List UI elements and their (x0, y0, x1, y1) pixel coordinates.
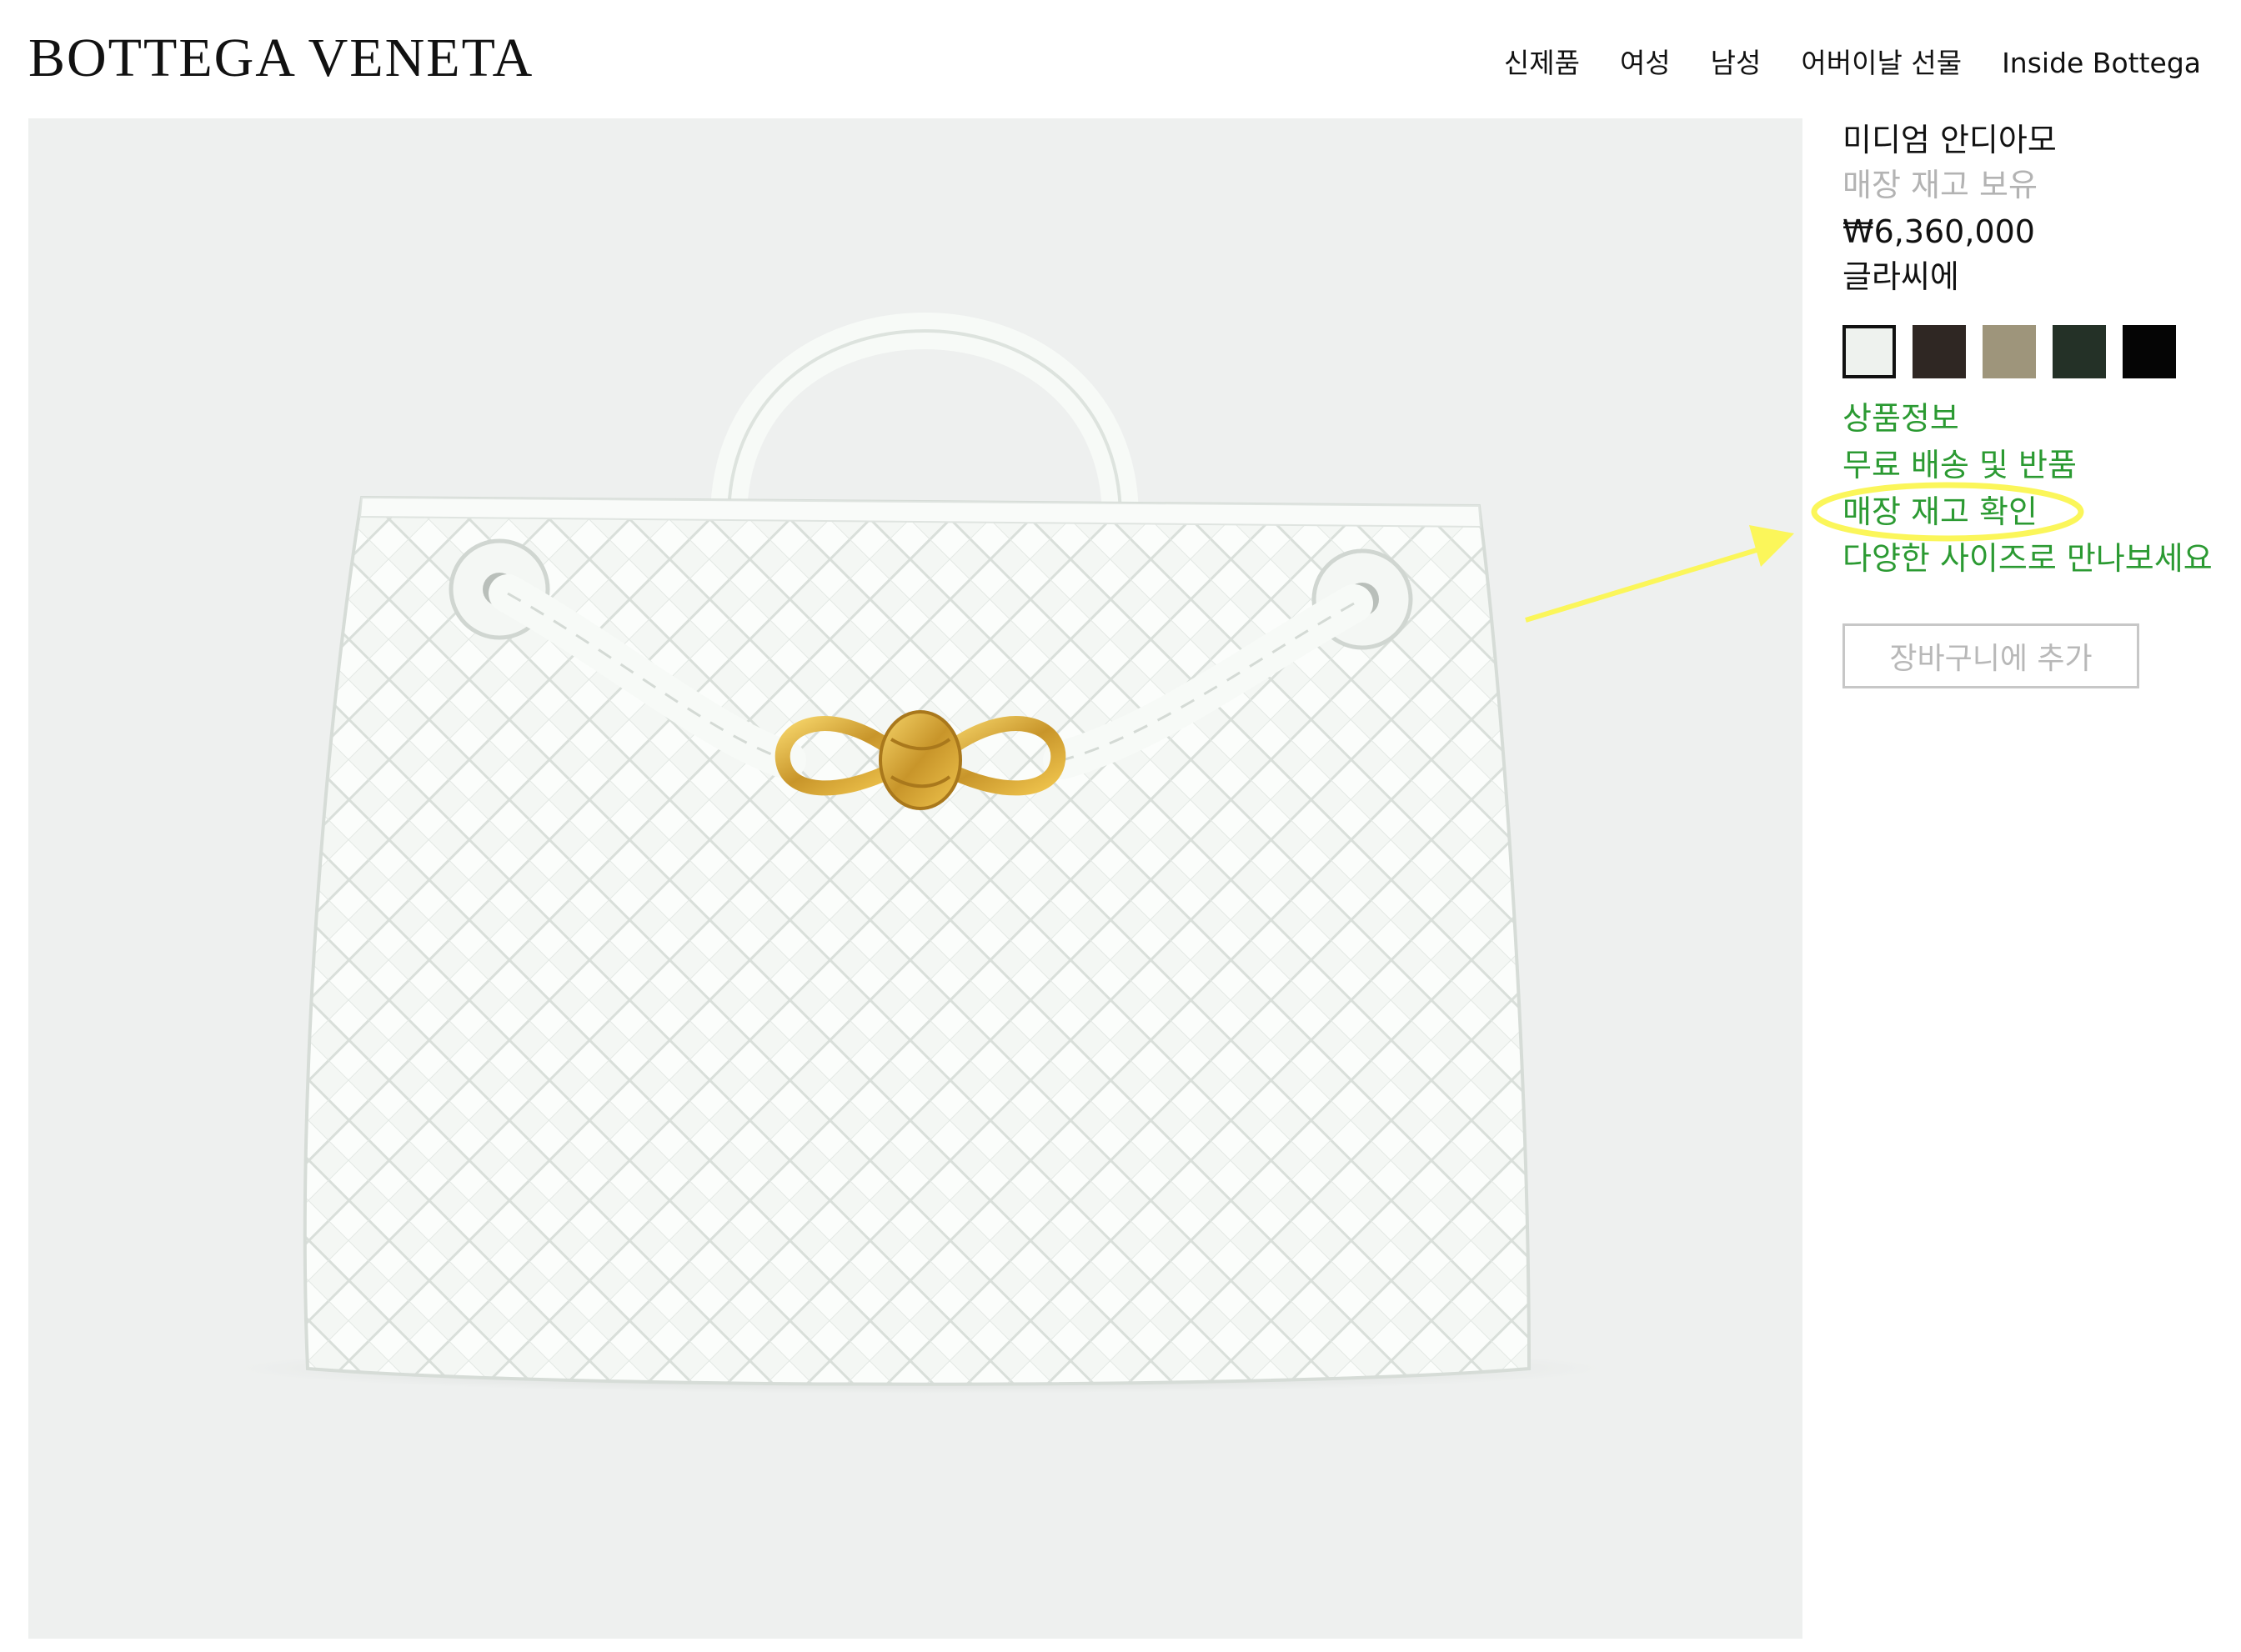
brand-logo[interactable]: BOTTEGA VENETA (28, 28, 534, 88)
stock-availability: 매장 재고 보유 (1842, 167, 2038, 203)
nav-item-inside-bottega[interactable]: Inside Bottega (2002, 42, 2201, 85)
product-price: ₩6,360,000 (1842, 213, 2035, 250)
color-swatches (1842, 325, 2176, 378)
link-other-sizes[interactable]: 다양한 사이즈로 만나보세요 (1842, 535, 2213, 582)
link-free-shipping-returns[interactable]: 무료 배송 및 반품 (1842, 442, 2213, 488)
woven-handbag-illustration (237, 313, 1604, 1394)
add-to-cart-button[interactable]: 장바구니에 추가 (1842, 623, 2139, 688)
swatch-dark-green[interactable] (2053, 325, 2106, 378)
product-image[interactable] (28, 118, 1802, 1639)
swatch-glacier[interactable] (1842, 325, 1896, 378)
main-nav: 신제품 여성 남성 어버이날 선물 Inside Bottega (1504, 42, 2201, 85)
site-header: BOTTEGA VENETA 신제품 여성 남성 어버이날 선물 Inside … (0, 0, 2241, 117)
link-product-info[interactable]: 상품정보 (1842, 395, 2213, 442)
product-links: 상품정보 무료 배송 및 반품 매장 재고 확인 다양한 사이즈로 만나보세요 (1842, 395, 2213, 582)
color-name: 글라씨에 (1842, 258, 1959, 295)
nav-item-parents-day-gifts[interactable]: 어버이날 선물 (1801, 42, 1962, 85)
product-name: 미디엄 안디아모 (1842, 122, 2057, 158)
swatch-black[interactable] (2123, 325, 2176, 378)
nav-item-men[interactable]: 남성 (1711, 42, 1762, 85)
nav-item-women[interactable]: 여성 (1620, 42, 1671, 85)
link-check-store-stock[interactable]: 매장 재고 확인 (1842, 488, 2213, 535)
nav-item-new[interactable]: 신제품 (1504, 42, 1580, 85)
swatch-dark-brown[interactable] (1913, 325, 1966, 378)
swatch-taupe[interactable] (1983, 325, 2036, 378)
